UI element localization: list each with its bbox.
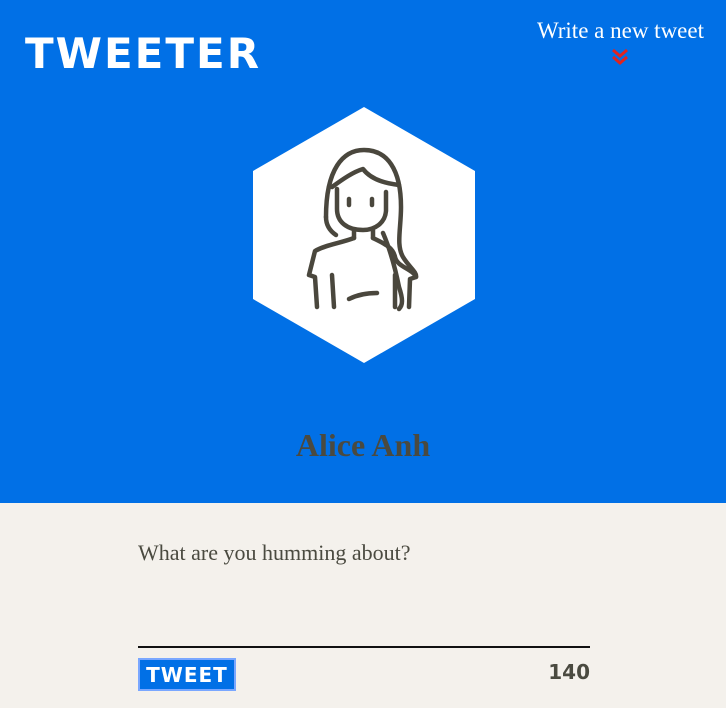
profile-header: TWEETER Write a new tweet Alice Anh	[0, 0, 726, 503]
tweet-button[interactable]: TWEET	[138, 658, 236, 691]
tweet-textarea[interactable]	[138, 540, 590, 630]
char-counter: 140	[548, 660, 590, 684]
write-new-tweet-label: Write a new tweet	[536, 18, 704, 43]
tweet-composer	[138, 540, 590, 634]
hexagon-frame	[253, 107, 475, 363]
double-chevron-down-icon	[612, 48, 629, 65]
app-logo: TWEETER	[25, 29, 262, 78]
composer-divider	[138, 646, 590, 648]
write-new-tweet-link[interactable]: Write a new tweet	[537, 17, 704, 67]
avatar	[253, 107, 475, 363]
user-name: Alice Anh	[295, 427, 431, 463]
